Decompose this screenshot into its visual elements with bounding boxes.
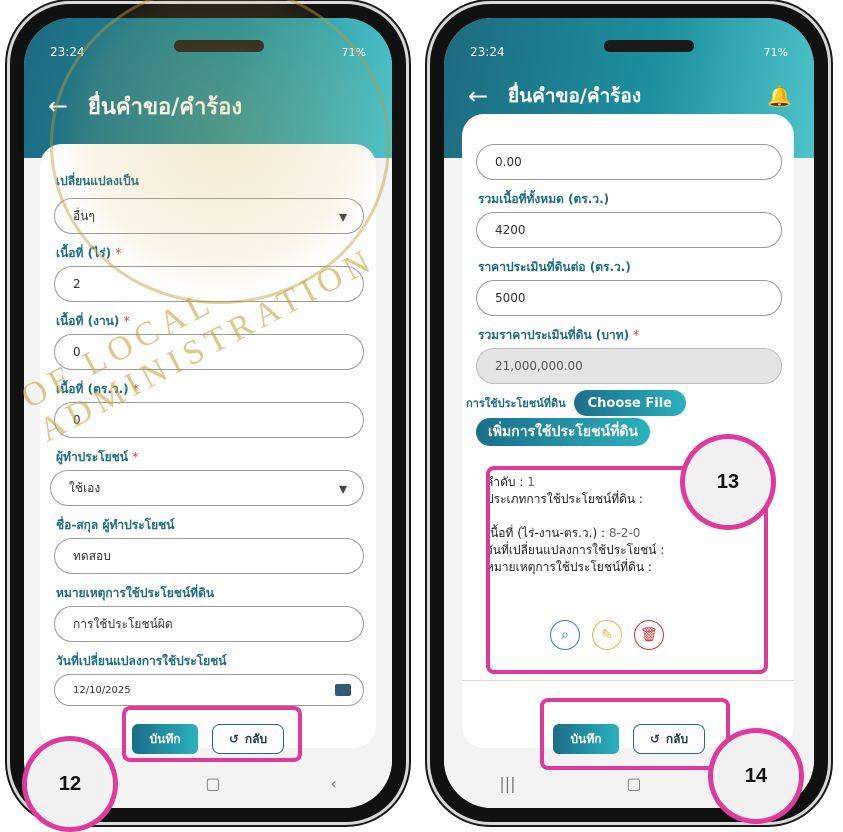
battery-level: 71%	[763, 45, 788, 59]
title-row: ← ยื่นคำขอ/คำร้อง 🔔	[444, 78, 814, 114]
land-use-row: การใช้ประโยชน์ที่ดิน Choose File	[466, 390, 686, 416]
screen-right: 23:24 71% ← ยื่นคำขอ/คำร้อง 🔔 0.00 รวมเน…	[444, 18, 814, 808]
bell-icon[interactable]: 🔔	[767, 84, 792, 108]
step-badge-12: 12	[22, 736, 118, 832]
land-use-label: การใช้ประโยชน์ที่ดิน	[466, 397, 566, 410]
usage-remark-input[interactable]: การใช้ประโยชน์ผิด	[54, 606, 364, 642]
field-label: เปลี่ยนแปลงเป็น	[56, 174, 139, 188]
change-to-select[interactable]: อื่นๆ	[54, 198, 364, 234]
beneficiary-select[interactable]: ใช้เอง	[50, 470, 364, 506]
status-bar: 23:24 71%	[470, 44, 788, 60]
screen-left: 23:24 71% ← ยื่นคำขอ/คำร้อง เปลี่ยนแปลงเ…	[24, 18, 392, 808]
home-icon[interactable]: ▢	[626, 774, 641, 793]
form-card: เปลี่ยนแปลงเป็น อื่นๆ เนื้อที่ (ไร่) * 2…	[40, 144, 376, 748]
nav-back-icon[interactable]: ‹	[331, 774, 337, 793]
area-rai-input[interactable]: 2	[54, 266, 364, 302]
calendar-icon[interactable]	[335, 684, 351, 696]
area-sqwa-input[interactable]: 0	[54, 402, 364, 438]
highlight-buttons-left	[122, 706, 302, 762]
field-label: ราคาประเมินที่ดินต่อ (ตร.ว.)	[478, 260, 631, 274]
field-label: หมายเหตุการใช้ประโยชน์ที่ดิน	[56, 586, 215, 600]
home-icon[interactable]: ▢	[205, 774, 220, 793]
field-label: รวมเนื้อที่ทั้งหมด (ตร.ว.)	[478, 192, 610, 206]
beneficiary-name-input[interactable]: ทดสอบ	[54, 538, 364, 574]
choose-file-button[interactable]: Choose File	[573, 390, 686, 416]
price-per-sqwa-input[interactable]: 5000	[476, 280, 782, 316]
area-ngan-input[interactable]: 0	[54, 334, 364, 370]
title-row: ← ยื่นคำขอ/คำร้อง	[24, 88, 392, 124]
highlight-buttons-right	[540, 698, 730, 770]
step-badge-14: 14	[708, 728, 804, 824]
status-time: 23:24	[50, 45, 85, 59]
field-label: ผู้ทำประโยชน์ *	[56, 450, 139, 464]
field-label: รวมราคาประเมินที่ดิน (บาท) *	[478, 328, 640, 342]
field-label: ชื่อ-สกุล ผู้ทำประโยชน์	[56, 518, 175, 532]
recent-apps-icon[interactable]: |||	[499, 774, 515, 793]
field-label: วันที่เปลี่ยนแปลงการใช้ประโยชน์	[56, 654, 227, 668]
total-area-input[interactable]: 4200	[476, 212, 782, 248]
page-title: ยื่นคำขอ/คำร้อง	[88, 94, 243, 120]
change-date-input[interactable]: 12/10/2025	[54, 674, 364, 706]
status-bar: 23:24 71%	[50, 44, 366, 60]
header-left: 23:24 71% ← ยื่นคำขอ/คำร้อง	[24, 18, 392, 158]
total-price-input: 21,000,000.00	[476, 348, 782, 384]
divider	[462, 680, 794, 681]
back-arrow-icon[interactable]: ←	[468, 82, 498, 110]
field-label: เนื้อที่ (ตร.ว.) *	[56, 382, 139, 396]
phone-left: 23:24 71% ← ยื่นคำขอ/คำร้อง เปลี่ยนแปลงเ…	[10, 0, 406, 832]
phone-right: 23:24 71% ← ยื่นคำขอ/คำร้อง 🔔 0.00 รวมเน…	[430, 4, 828, 824]
status-time: 23:24	[470, 45, 505, 59]
add-land-use-button[interactable]: เพิ่มการใช้ประโยชน์ที่ดิน	[476, 418, 651, 446]
battery-level: 71%	[341, 45, 366, 59]
step-badge-13: 13	[680, 434, 776, 530]
field-label: เนื้อที่ (ไร่) *	[56, 246, 122, 260]
page-title: ยื่นคำขอ/คำร้อง	[508, 85, 642, 107]
field-label: เนื้อที่ (งาน) *	[56, 314, 130, 328]
area-value-input[interactable]: 0.00	[476, 144, 782, 180]
back-arrow-icon[interactable]: ←	[48, 92, 78, 120]
